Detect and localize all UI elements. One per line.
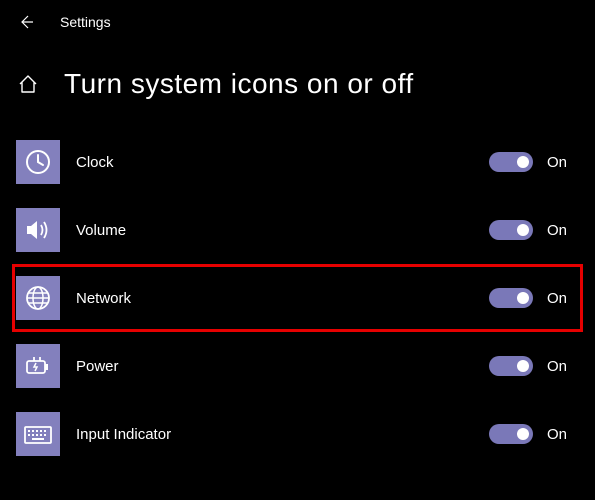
item-label: Power (76, 358, 489, 375)
power-icon (21, 351, 55, 381)
list-item-power: Power On (12, 332, 583, 400)
toggle-volume[interactable] (489, 220, 533, 240)
item-label: Volume (76, 222, 489, 239)
power-icon-box (16, 344, 60, 388)
page-title: Turn system icons on or off (64, 68, 414, 100)
back-button[interactable] (16, 12, 36, 32)
list-item-input-indicator: Input Indicator On (12, 400, 583, 468)
list-item-clock: Clock On (12, 128, 583, 196)
settings-list: Clock On Volume On Network On (0, 128, 595, 468)
keyboard-icon-box (16, 412, 60, 456)
item-label: Clock (76, 154, 489, 171)
item-label: Network (76, 290, 489, 307)
header-bar: Settings (0, 0, 595, 44)
list-item-volume: Volume On (12, 196, 583, 264)
toggle-state-label: On (547, 426, 579, 443)
toggle-power[interactable] (489, 356, 533, 376)
list-item-network: Network On (12, 264, 583, 332)
toggle-clock[interactable] (489, 152, 533, 172)
toggle-state-label: On (547, 358, 579, 375)
volume-icon-box (16, 208, 60, 252)
clock-icon (23, 147, 53, 177)
volume-icon (23, 215, 53, 245)
network-icon-box (16, 276, 60, 320)
item-label: Input Indicator (76, 426, 489, 443)
clock-icon-box (16, 140, 60, 184)
toggle-input-indicator[interactable] (489, 424, 533, 444)
back-arrow-icon (17, 13, 35, 31)
toggle-network[interactable] (489, 288, 533, 308)
keyboard-icon (21, 419, 55, 449)
toggle-state-label: On (547, 290, 579, 307)
header-title: Settings (60, 14, 111, 30)
page-title-row: Turn system icons on or off (0, 44, 595, 128)
home-icon (17, 73, 39, 95)
home-button[interactable] (16, 72, 40, 96)
toggle-state-label: On (547, 154, 579, 171)
globe-icon (23, 283, 53, 313)
toggle-state-label: On (547, 222, 579, 239)
